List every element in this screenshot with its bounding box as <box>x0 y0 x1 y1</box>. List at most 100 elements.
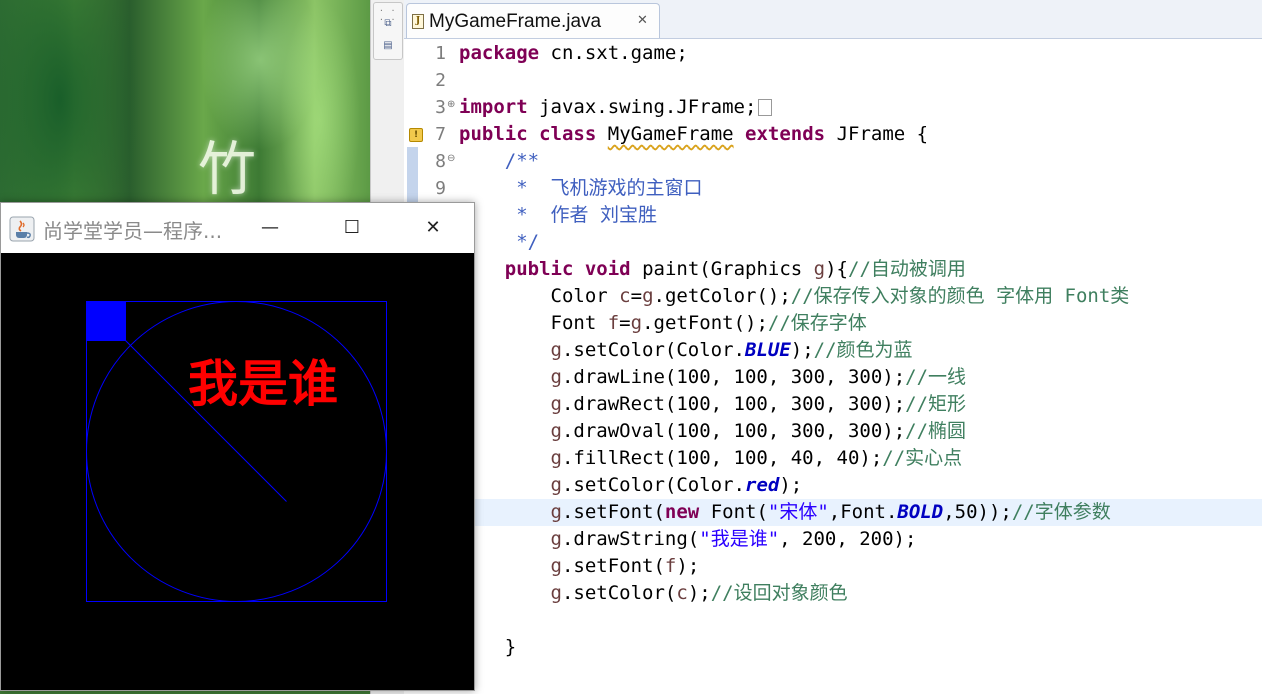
code-text: .drawLine(100, 100, 300, 300); <box>561 366 906 388</box>
variable: g <box>550 474 562 496</box>
static-field: BLUE <box>745 339 791 361</box>
comment: //实心点 <box>882 447 963 469</box>
keyword: new <box>664 501 700 523</box>
code-text: .setFont( <box>561 501 665 523</box>
javadoc-line[interactable]: * 飞机游戏的主窗口 <box>459 175 702 202</box>
variable: g <box>550 393 562 415</box>
code-text: .drawOval(100, 100, 300, 300); <box>561 420 906 442</box>
code-line[interactable]: g.drawRect(100, 100, 300, 300);//矩形 <box>459 391 967 418</box>
keyword: class <box>539 123 597 145</box>
code-text: Font( <box>699 501 768 523</box>
comment: //颜色为蓝 <box>813 339 913 361</box>
code-text: , 200, 200); <box>779 528 917 550</box>
variable: c <box>619 285 631 307</box>
comment: //矩形 <box>905 393 967 415</box>
variable: c <box>676 582 688 604</box>
code-line[interactable]: g.setColor(c);//设回对象颜色 <box>459 580 848 607</box>
line-number: 3 <box>435 97 446 118</box>
keyword: public <box>504 258 574 280</box>
tab-close-icon[interactable]: ✕ <box>637 13 648 28</box>
code-text: .getColor(); <box>653 285 791 307</box>
filled-square <box>86 301 126 341</box>
string-literal: "我是谁" <box>699 528 780 550</box>
javadoc-line[interactable]: /** <box>459 148 539 175</box>
code-line[interactable]: g.setFont(f); <box>459 553 700 580</box>
code-text: JFrame { <box>825 123 929 145</box>
variable: f <box>664 555 677 577</box>
code-line[interactable]: g.fillRect(100, 100, 40, 40);//实心点 <box>459 445 963 472</box>
code-line[interactable]: public class MyGameFrame extends JFrame … <box>459 121 928 148</box>
code-line[interactable]: g.drawOval(100, 100, 300, 300);//椭圆 <box>459 418 967 445</box>
code-text: Font <box>550 312 608 334</box>
variable: g <box>550 366 562 388</box>
java-frame-window[interactable]: 尚学堂学员—程序... — ☐ ✕ 我是谁 <box>0 202 475 691</box>
package-explorer-icon[interactable]: ▤ <box>382 41 394 51</box>
java-file-icon: J <box>412 14 424 29</box>
tab-mygameframe[interactable]: J MyGameFrame.java ✕ <box>406 3 660 38</box>
variable: g <box>550 420 562 442</box>
collapse-fold-icon[interactable]: ⊖ <box>447 153 455 164</box>
code-line[interactable]: import javax.swing.JFrame; <box>459 94 773 121</box>
code-text: ); <box>790 339 814 361</box>
expand-fold-icon[interactable]: ⊕ <box>447 99 455 110</box>
variable: g <box>550 501 562 523</box>
code-text: .setColor(Color. <box>561 339 745 361</box>
comment: //自动被调用 <box>848 258 966 280</box>
class-name: MyGameFrame <box>607 123 734 145</box>
code-line[interactable]: g.drawString("我是谁", 200, 200); <box>459 526 917 553</box>
line-number: 8 <box>435 151 446 172</box>
code-line[interactable]: public void paint(Graphics g){//自动被调用 <box>459 256 966 283</box>
string-literal: "宋体" <box>767 501 829 523</box>
editor-tab-bar: J MyGameFrame.java ✕ <box>404 0 1262 39</box>
variable: g <box>550 582 562 604</box>
code-text: ,Font. <box>828 501 898 523</box>
line-number: 2 <box>435 70 446 91</box>
code-text: = <box>630 285 643 307</box>
code-text: ){ <box>825 258 848 280</box>
code-line[interactable]: g.setColor(Color.red); <box>459 472 803 499</box>
minimize-button[interactable]: — <box>247 211 293 245</box>
code-text: .fillRect(100, 100, 40, 40); <box>561 447 883 469</box>
java-coffee-icon <box>9 216 35 242</box>
code-line[interactable]: Font f=g.getFont();//保存字体 <box>459 310 867 337</box>
close-button[interactable]: ✕ <box>410 211 456 245</box>
code-line[interactable]: package cn.sxt.game; <box>459 40 688 67</box>
drawn-string: 我是谁 <box>188 354 338 413</box>
keyword: import <box>459 96 528 118</box>
comment: //保存字体 <box>767 312 867 334</box>
variable: f <box>607 312 620 334</box>
folded-imports-box[interactable] <box>758 99 773 116</box>
line-number: 7 <box>435 124 446 145</box>
wallpaper-calligraphy: 竹 <box>198 135 257 203</box>
window-title-bar[interactable]: 尚学堂学员—程序... — ☐ ✕ <box>1 203 474 253</box>
javadoc-line[interactable]: * 作者 刘宝胜 <box>459 202 657 229</box>
static-field: red <box>745 474 780 496</box>
code-text: .drawRect(100, 100, 300, 300); <box>561 393 906 415</box>
keyword: extends <box>745 123 826 145</box>
code-text: ,50)); <box>943 501 1012 523</box>
variable: g <box>550 447 562 469</box>
code-text: = <box>619 312 631 334</box>
code-text: ); <box>676 555 700 577</box>
code-text: .setFont( <box>561 555 665 577</box>
static-field: BOLD <box>897 501 944 523</box>
variable: g <box>550 339 562 361</box>
code-text: ); <box>687 582 711 604</box>
code-text: paint(Graphics <box>630 258 814 280</box>
code-line[interactable]: g.setColor(Color.BLUE);//颜色为蓝 <box>459 337 913 364</box>
variable: g <box>550 528 562 550</box>
drawing-canvas[interactable]: 我是谁 <box>1 253 474 690</box>
code-line[interactable]: g.drawLine(100, 100, 300, 300);//一线 <box>459 364 967 391</box>
code-text: .setColor(Color. <box>561 474 745 496</box>
code-line[interactable]: Color c=g.getColor();//保存传入对象的颜色 字体用 Fon… <box>459 283 1130 310</box>
code-text: .getFont(); <box>642 312 768 334</box>
window-title: 尚学堂学员—程序... <box>43 219 223 243</box>
code-text: Color <box>550 285 620 307</box>
variable: g <box>642 285 654 307</box>
variable: g <box>550 555 562 577</box>
graphics-output: 我是谁 <box>86 301 387 602</box>
code-text: .drawString( <box>561 528 700 550</box>
restore-icon[interactable]: ⧉ <box>382 19 394 29</box>
code-line-current[interactable]: g.setFont(new Font("宋体",Font.BOLD,50));/… <box>459 499 1111 526</box>
maximize-button[interactable]: ☐ <box>329 211 375 245</box>
